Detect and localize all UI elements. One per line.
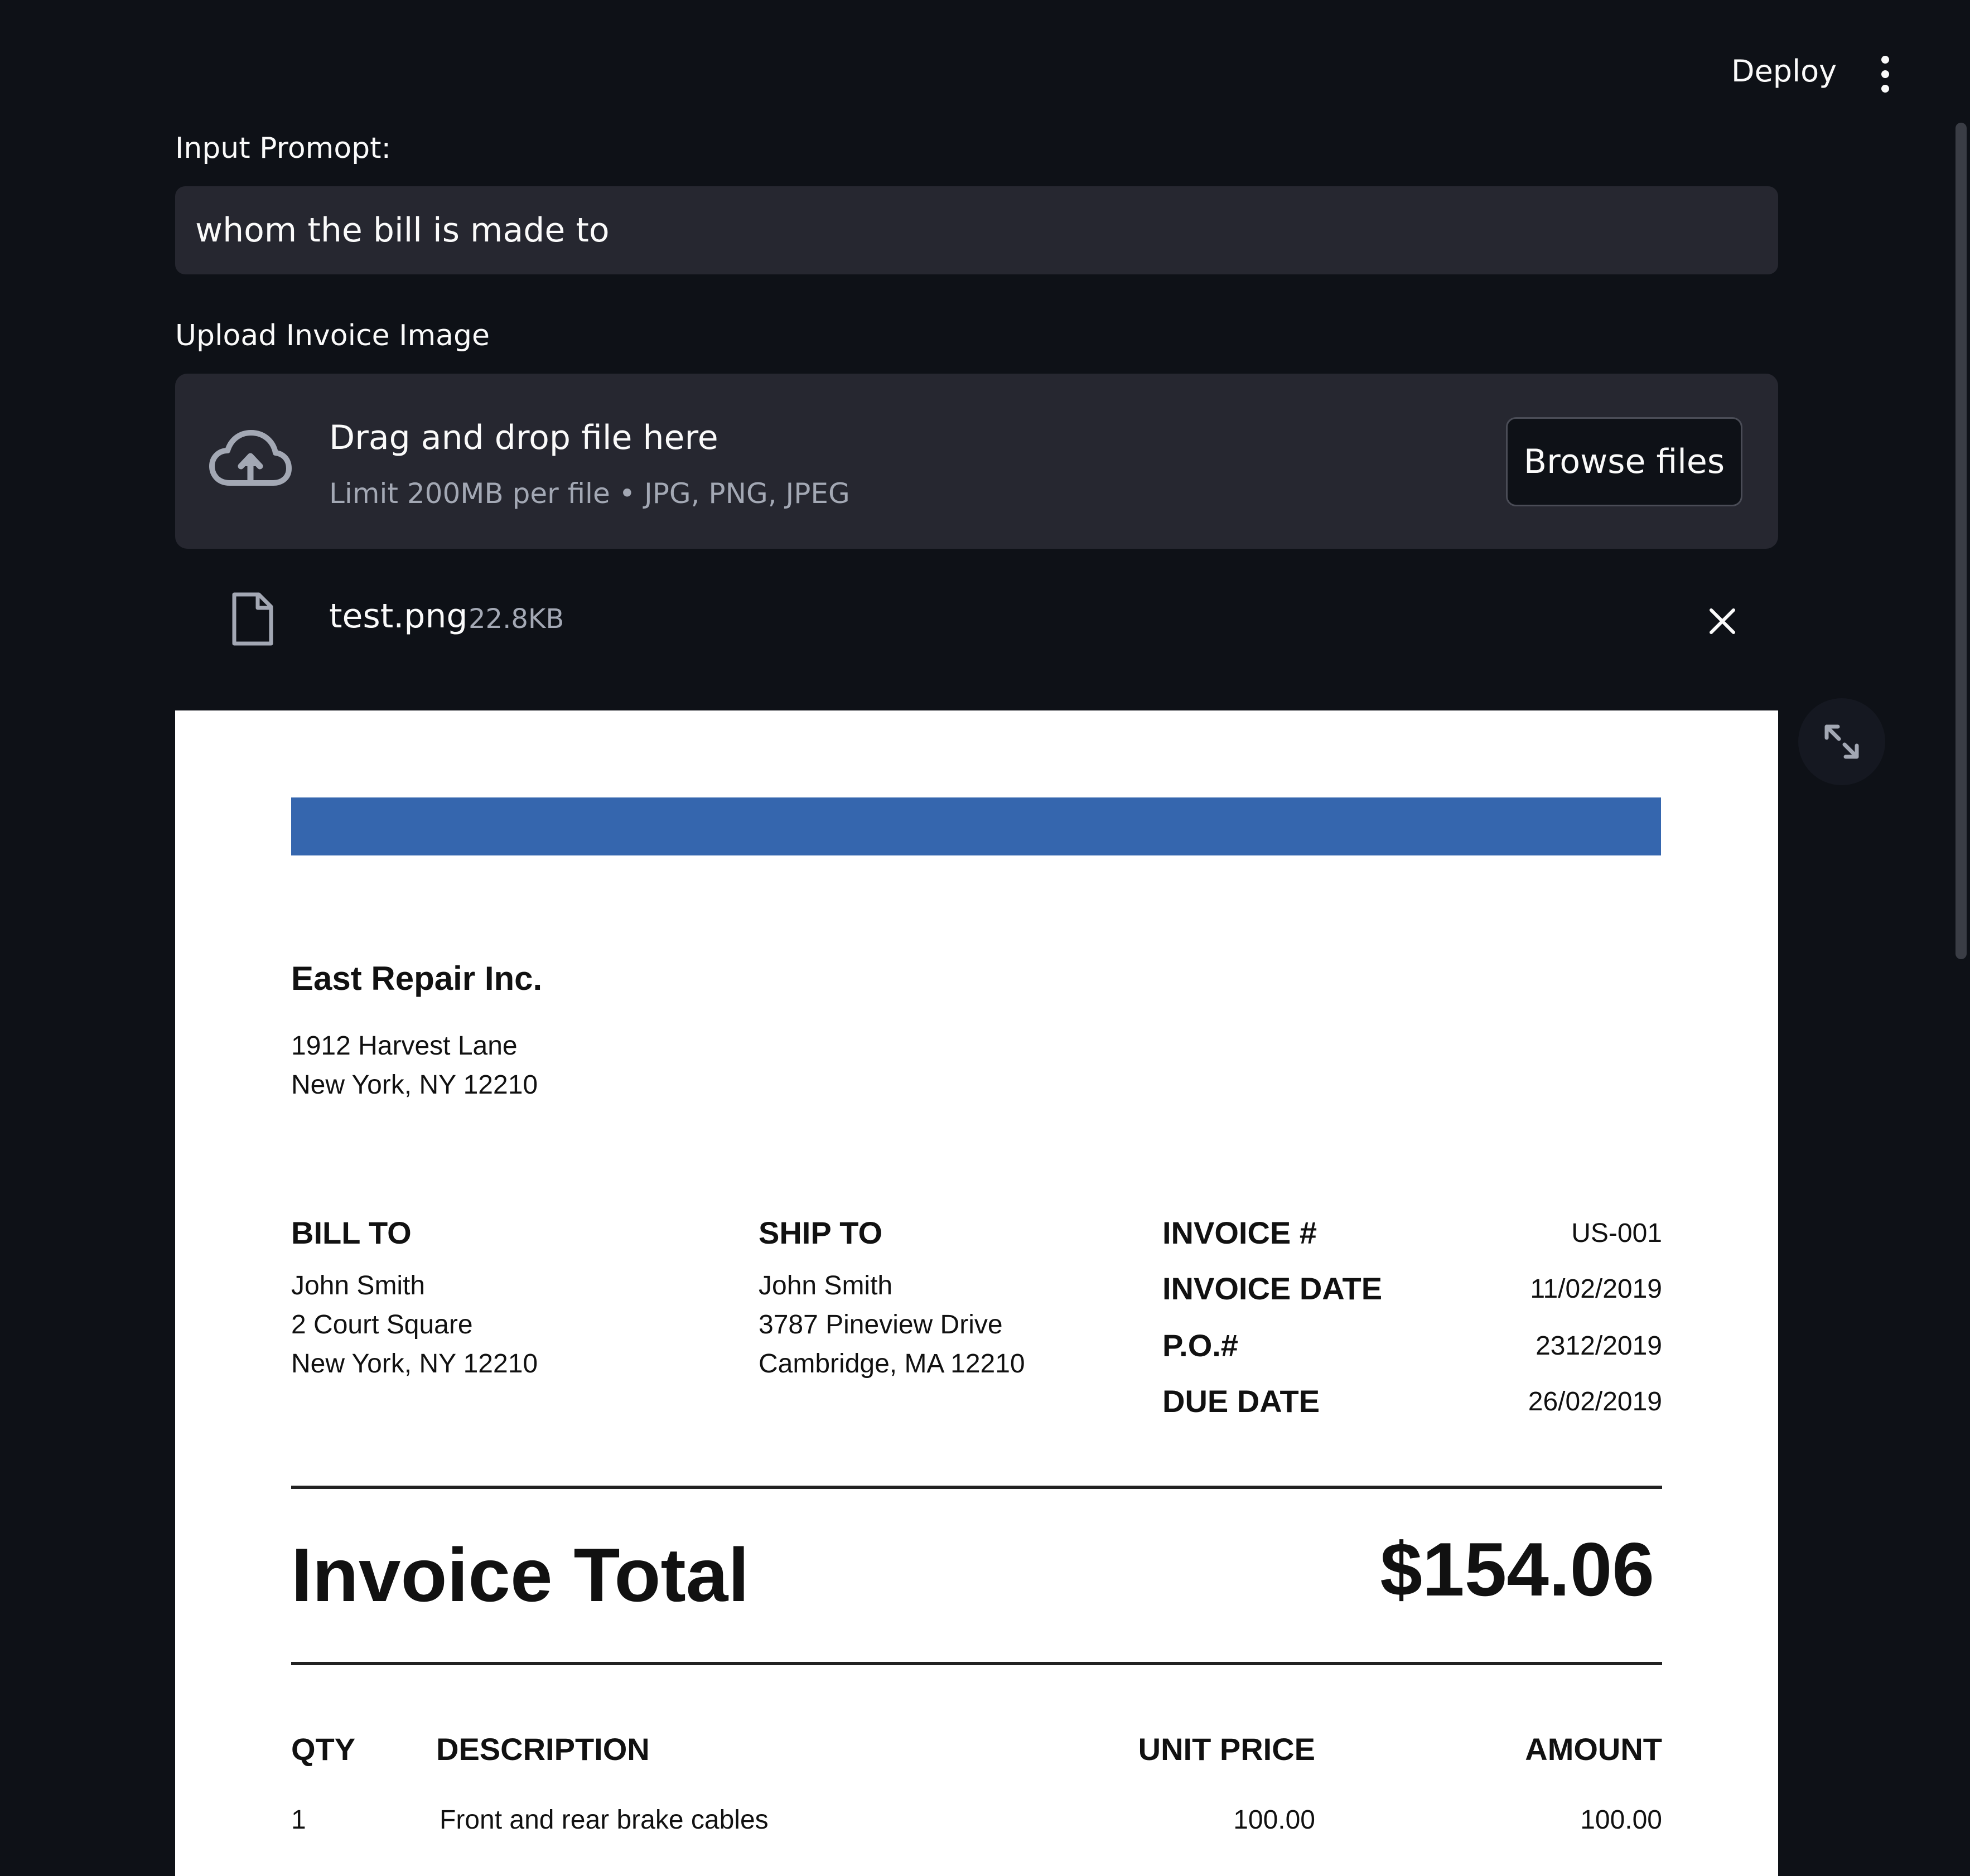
- invoice-number-value: US-001: [1571, 1219, 1662, 1248]
- table-row-qty: 1: [291, 1805, 306, 1835]
- upload-label: Upload Invoice Image: [175, 319, 490, 352]
- table-row-amount: 100.00: [1580, 1805, 1662, 1835]
- po-number-value: 2312/2019: [1536, 1331, 1662, 1361]
- dropzone-limit-text: Limit 200MB per file • JPG, PNG, JPEG: [329, 477, 850, 510]
- file-name: test.png: [329, 597, 468, 636]
- prompt-input-value: whom the bill is made to: [195, 211, 610, 250]
- file-dropzone[interactable]: Drag and drop file here Limit 200MB per …: [175, 374, 1778, 549]
- ship-to-heading: SHIP TO: [759, 1215, 883, 1250]
- invoice-number-label: INVOICE #: [1162, 1215, 1317, 1250]
- close-icon[interactable]: [1706, 605, 1739, 638]
- invoice-date-label: INVOICE DATE: [1162, 1271, 1383, 1306]
- table-row-description: Front and rear brake cables: [440, 1805, 769, 1835]
- column-header-unit-price: UNIT PRICE: [1138, 1732, 1315, 1767]
- invoice-image: East Repair Inc. 1912 Harvest Lane New Y…: [175, 710, 1778, 1876]
- cloud-upload-icon: [209, 430, 292, 486]
- prompt-input[interactable]: whom the bill is made to: [175, 186, 1778, 274]
- invoice-total-label: Invoice Total: [291, 1532, 750, 1617]
- browse-files-button[interactable]: Browse files: [1506, 417, 1742, 506]
- po-number-label: P.O.#: [1162, 1328, 1238, 1363]
- bill-to-line-2: New York, NY 12210: [291, 1349, 538, 1379]
- divider: [291, 1486, 1662, 1489]
- invoice-company-address-2: New York, NY 12210: [291, 1070, 538, 1100]
- bill-to-line-1: 2 Court Square: [291, 1310, 473, 1340]
- invoice-company-name: East Repair Inc.: [291, 960, 543, 997]
- bill-to-name: John Smith: [291, 1271, 426, 1300]
- invoice-total-value: $154.06: [1380, 1527, 1654, 1612]
- page-scrollbar[interactable]: [1955, 123, 1967, 959]
- kebab-menu-icon[interactable]: [1874, 56, 1896, 93]
- divider: [291, 1662, 1662, 1665]
- dropzone-title: Drag and drop file here: [329, 418, 718, 457]
- file-size: 22.8KB: [469, 603, 564, 635]
- deploy-button[interactable]: Deploy: [1731, 54, 1837, 89]
- column-header-qty: QTY: [291, 1732, 356, 1767]
- bill-to-heading: BILL TO: [291, 1215, 412, 1250]
- column-header-description: DESCRIPTION: [436, 1732, 650, 1767]
- due-date-value: 26/02/2019: [1528, 1387, 1662, 1416]
- prompt-label: Input Promopt:: [175, 132, 392, 165]
- fullscreen-icon: [1824, 724, 1859, 759]
- fullscreen-button[interactable]: [1798, 698, 1885, 785]
- invoice-header-bar: [291, 797, 1661, 855]
- file-icon: [232, 592, 273, 646]
- invoice-company-address-1: 1912 Harvest Lane: [291, 1031, 518, 1061]
- ship-to-line-1: 3787 Pineview Drive: [759, 1310, 1003, 1340]
- uploaded-file-item: test.png 22.8KB: [175, 591, 1778, 652]
- due-date-label: DUE DATE: [1162, 1384, 1320, 1419]
- invoice-date-value: 11/02/2019: [1530, 1274, 1662, 1304]
- column-header-amount: AMOUNT: [1525, 1732, 1662, 1767]
- ship-to-line-2: Cambridge, MA 12210: [759, 1349, 1025, 1379]
- ship-to-name: John Smith: [759, 1271, 893, 1300]
- table-row-unit-price: 100.00: [1233, 1805, 1315, 1835]
